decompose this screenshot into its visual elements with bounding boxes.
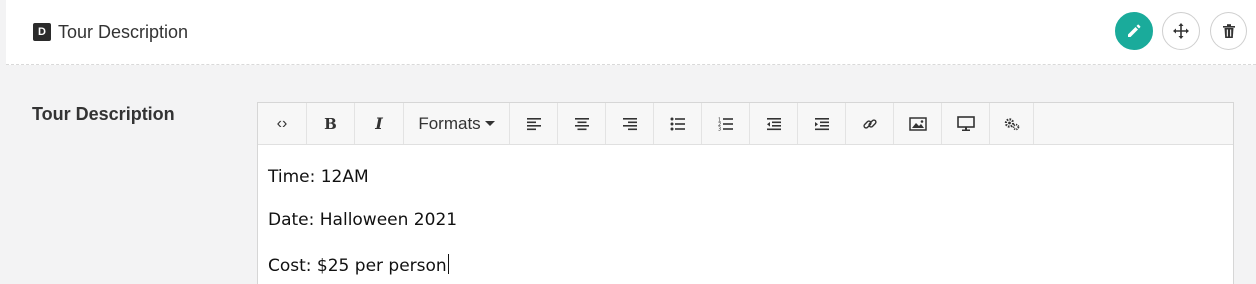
trash-icon bbox=[1222, 24, 1235, 38]
insert-media-button[interactable] bbox=[942, 103, 990, 144]
caret-down-icon bbox=[484, 120, 495, 126]
content-line: Date: Halloween 2021 bbox=[268, 210, 458, 230]
embed-media-icon bbox=[956, 115, 975, 131]
settings-icon bbox=[1004, 117, 1019, 130]
formats-label: Formats bbox=[418, 113, 481, 133]
italic-icon: I bbox=[375, 114, 383, 133]
indent-button[interactable] bbox=[798, 103, 846, 144]
align-right-button[interactable] bbox=[606, 103, 654, 144]
text-cursor bbox=[447, 254, 449, 274]
rich-text-editor[interactable]: ‹› B I Formats 1 2 3 Time: 12AM Date: Ha… bbox=[257, 102, 1234, 284]
align-center-button[interactable] bbox=[558, 103, 606, 144]
align-center-icon bbox=[574, 117, 589, 130]
bold-button[interactable]: B bbox=[307, 103, 355, 144]
move-button[interactable] bbox=[1162, 12, 1200, 50]
outdent-icon bbox=[766, 117, 781, 130]
align-right-icon bbox=[622, 117, 637, 130]
insert-image-button[interactable] bbox=[894, 103, 942, 144]
numbered-list-button[interactable]: 1 2 3 bbox=[702, 103, 750, 144]
content-line-with-caret: Cost: $25 per person bbox=[268, 254, 449, 276]
settings-button[interactable] bbox=[990, 103, 1034, 144]
align-left-button[interactable] bbox=[510, 103, 558, 144]
bold-icon: B bbox=[324, 114, 337, 133]
edit-button[interactable] bbox=[1115, 12, 1153, 50]
align-left-icon bbox=[526, 117, 541, 130]
source-code-button[interactable]: ‹› bbox=[258, 103, 307, 144]
section-header: D Tour Description bbox=[6, 0, 1256, 65]
section-type-badge: D bbox=[33, 23, 51, 41]
link-icon bbox=[862, 118, 877, 129]
numbered-list-icon: 1 2 3 bbox=[718, 117, 733, 131]
section-title: Tour Description bbox=[58, 22, 189, 42]
svg-text:3: 3 bbox=[718, 126, 721, 131]
bullet-list-icon bbox=[670, 117, 685, 130]
outdent-button[interactable] bbox=[750, 103, 798, 144]
code-icon: ‹› bbox=[276, 114, 288, 132]
editor-toolbar: ‹› B I Formats 1 2 3 bbox=[258, 103, 1233, 145]
move-arrows-icon bbox=[1173, 23, 1189, 39]
italic-button[interactable]: I bbox=[355, 103, 404, 144]
delete-button[interactable] bbox=[1210, 12, 1247, 50]
indent-icon bbox=[814, 117, 829, 130]
pencil-icon bbox=[1128, 24, 1141, 37]
content-line: Time: 12AM bbox=[268, 167, 369, 187]
page: D Tour Description Tour Description ‹› B… bbox=[0, 0, 1256, 284]
bullet-list-button[interactable] bbox=[654, 103, 702, 144]
field-label: Tour Description bbox=[32, 104, 175, 124]
formats-dropdown[interactable]: Formats bbox=[404, 103, 510, 144]
image-icon bbox=[908, 116, 927, 131]
content-line: Cost: $25 per person bbox=[268, 256, 447, 276]
link-button[interactable] bbox=[846, 103, 894, 144]
